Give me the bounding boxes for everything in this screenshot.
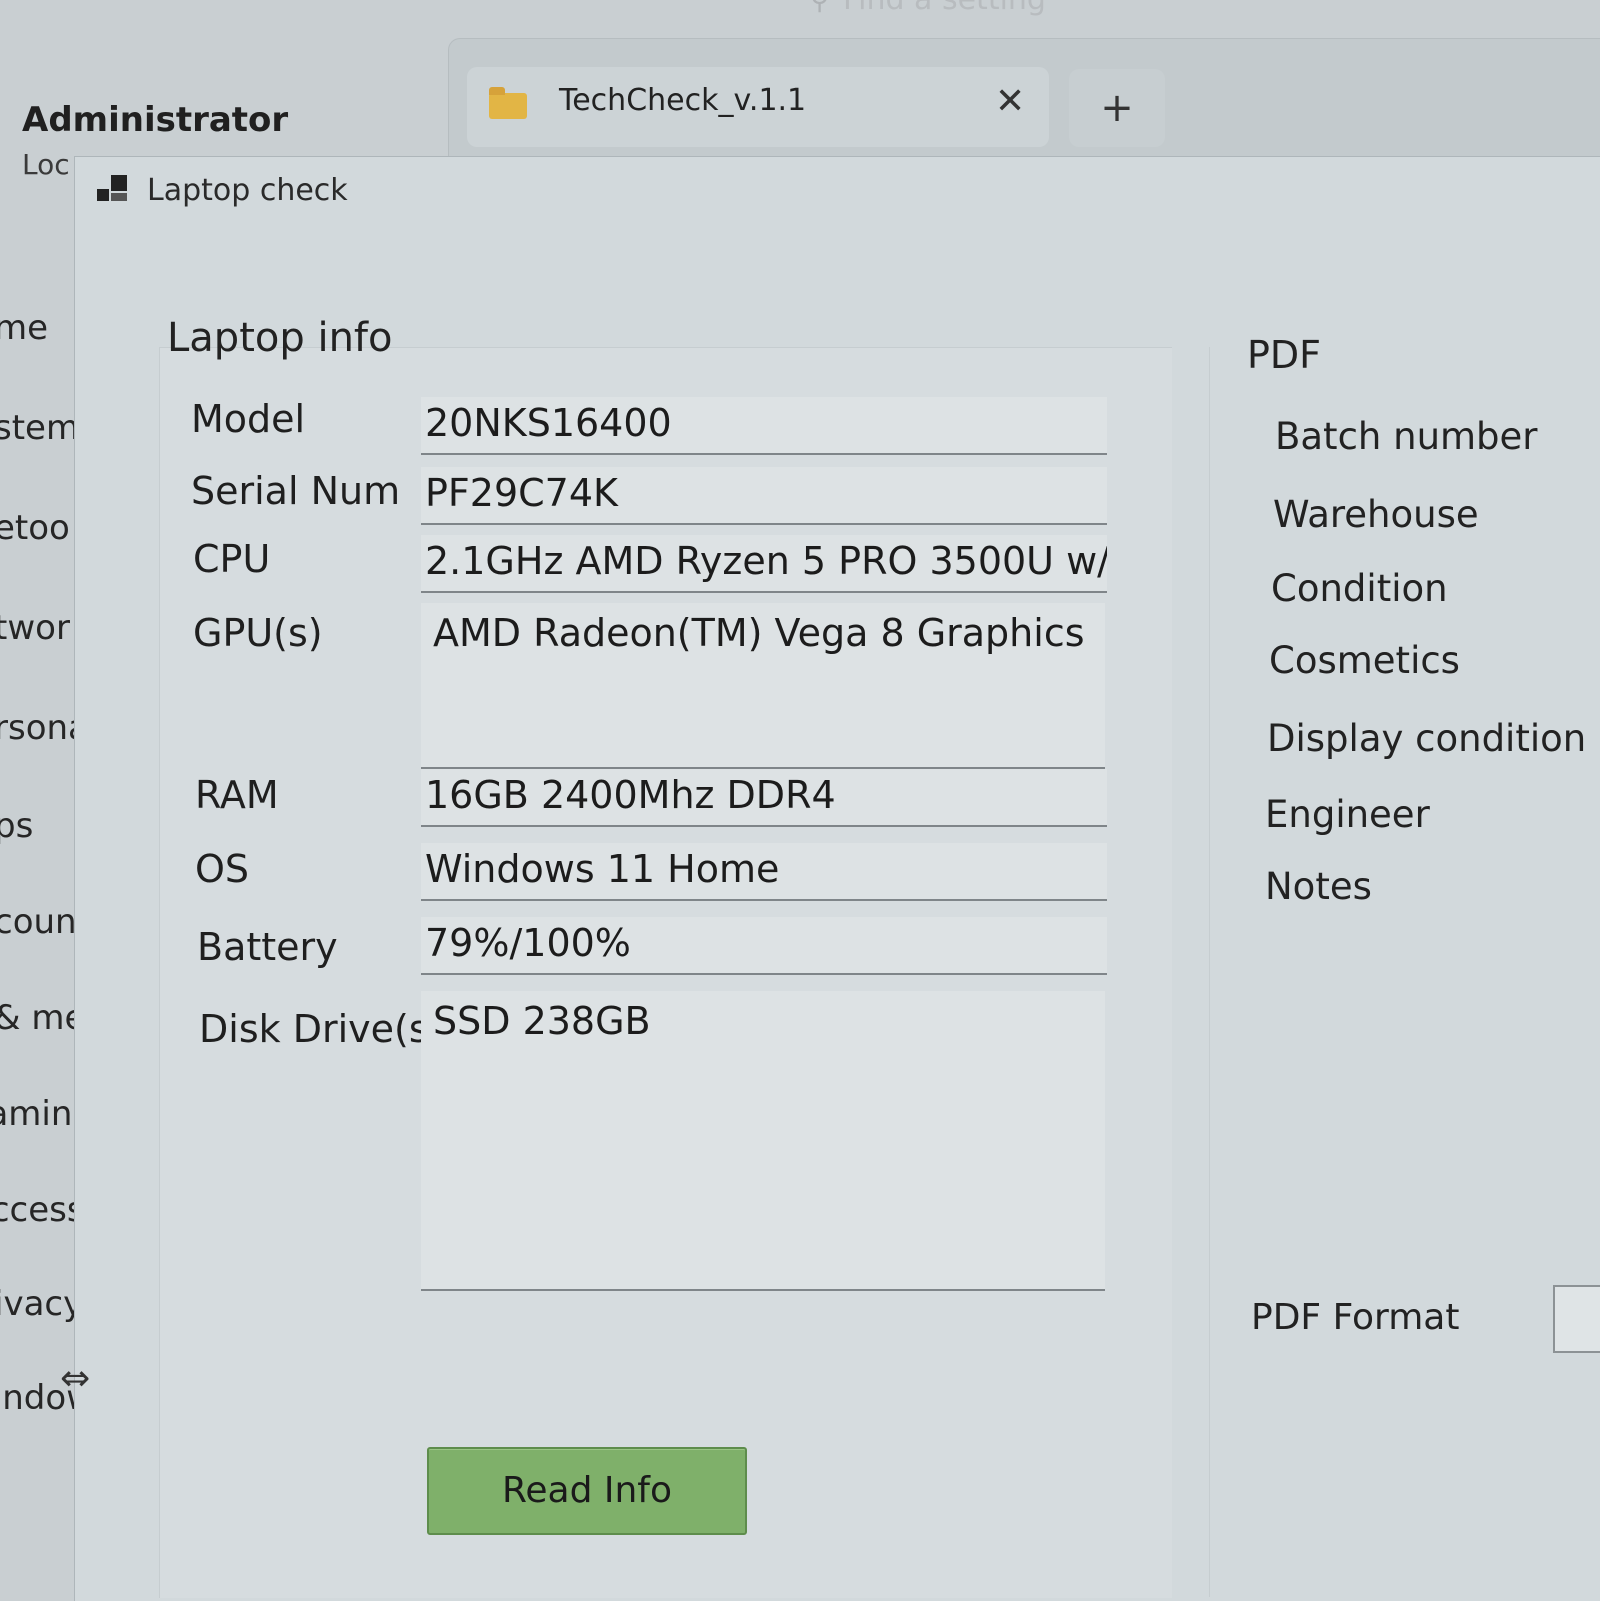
pdf-cosmetics[interactable]: Cosmetics <box>1269 639 1460 682</box>
pdf-notes[interactable]: Notes <box>1265 865 1372 908</box>
search-placeholder: Find a setting <box>843 0 1046 17</box>
new-tab-button[interactable]: + <box>1069 69 1165 147</box>
serial-field[interactable]: PF29C74K <box>421 467 1107 525</box>
disk-field[interactable]: SSD 238GB <box>421 991 1105 1291</box>
cpu-field[interactable]: 2.1GHz AMD Ryzen 5 PRO 3500U w/ Ra <box>421 535 1107 593</box>
battery-label: Battery <box>197 925 338 969</box>
tab-title: TechCheck_v.1.1 <box>559 83 807 118</box>
disk-label: Disk Drive(s) <box>199 1007 444 1051</box>
pdf-condition[interactable]: Condition <box>1271 567 1448 610</box>
laptop-check-window: Laptop check Laptop info Model 20NKS1640… <box>74 156 1600 1601</box>
window-title: Laptop check <box>147 173 348 208</box>
battery-field[interactable]: 79%/100% <box>421 917 1107 975</box>
pdf-format-select[interactable] <box>1553 1285 1600 1353</box>
pdf-format-label: PDF Format <box>1251 1297 1460 1338</box>
tab-techcheck[interactable]: TechCheck_v.1.1 ✕ <box>467 67 1049 147</box>
pdf-batch-number[interactable]: Batch number <box>1275 415 1538 458</box>
model-label: Model <box>191 397 306 441</box>
folder-icon <box>489 87 527 119</box>
search-icon: ⚲ <box>810 0 830 16</box>
resize-icon[interactable]: ⇔ <box>60 1358 90 1399</box>
search-hint[interactable]: ⚲ Find a setting <box>810 0 1046 17</box>
pdf-display-condition[interactable]: Display condition <box>1267 717 1586 760</box>
pdf-warehouse[interactable]: Warehouse <box>1273 493 1479 536</box>
model-field[interactable]: 20NKS16400 <box>421 397 1107 455</box>
pdf-heading: PDF <box>1247 333 1322 377</box>
read-info-button[interactable]: Read Info <box>427 1447 747 1535</box>
cpu-label: CPU <box>193 537 271 581</box>
laptop-info-heading: Laptop info <box>167 315 393 361</box>
os-label: OS <box>195 847 250 891</box>
gpu-label: GPU(s) <box>193 611 323 655</box>
app-icon <box>97 175 131 209</box>
gpu-field[interactable]: AMD Radeon(TM) Vega 8 Graphics <box>421 603 1105 769</box>
ram-label: RAM <box>195 773 279 817</box>
pdf-engineer[interactable]: Engineer <box>1265 793 1430 836</box>
os-field[interactable]: Windows 11 Home <box>421 843 1107 901</box>
tab-bar: TechCheck_v.1.1 ✕ + <box>448 38 1600 169</box>
serial-label: Serial Num <box>191 469 401 513</box>
close-icon[interactable]: ✕ <box>995 81 1025 122</box>
ram-field[interactable]: 16GB 2400Mhz DDR4 <box>421 769 1107 827</box>
